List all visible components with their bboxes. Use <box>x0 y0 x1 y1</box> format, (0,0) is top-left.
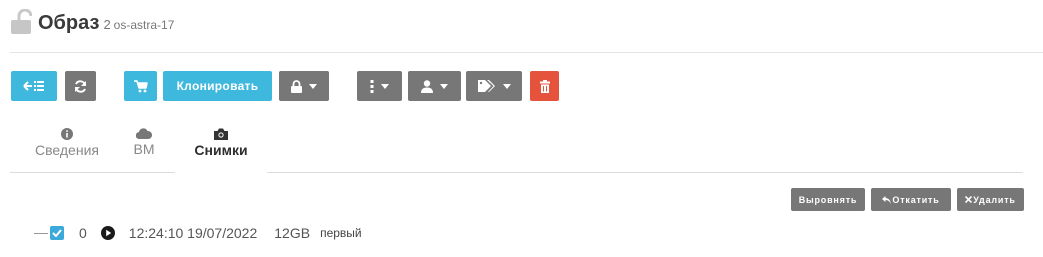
revert-label: Выровнять <box>798 194 858 205</box>
labels-dropdown-button[interactable] <box>466 71 522 101</box>
delete-button[interactable] <box>530 71 559 101</box>
tab-snapshots[interactable]: Снимки <box>180 128 262 174</box>
back-to-list-button[interactable] <box>11 71 57 101</box>
tags-icon <box>477 80 495 92</box>
tab-info[interactable]: Сведения <box>27 128 107 174</box>
chevron-down-icon <box>381 83 389 89</box>
shopping-cart-icon <box>133 79 148 92</box>
header-divider <box>10 52 1043 53</box>
page-title: Образ 2 os-astra-17 <box>38 12 174 35</box>
more-actions-button[interactable] <box>357 71 402 101</box>
image-name: os-astra-17 <box>113 18 175 32</box>
tab-snapshots-label: Снимки <box>194 142 248 158</box>
snapshot-checkbox[interactable] <box>50 226 64 240</box>
unlocked-lock-icon <box>11 9 32 34</box>
vertical-ellipsis-icon <box>370 79 374 93</box>
info-icon <box>61 128 73 140</box>
clone-label: Клонировать <box>176 79 259 93</box>
play-circle-icon[interactable] <box>100 226 115 240</box>
user-icon <box>421 79 433 93</box>
tabs-divider <box>10 172 1023 173</box>
chevron-down-icon <box>440 83 448 89</box>
trash-icon <box>539 79 550 93</box>
refresh-icon <box>75 79 86 93</box>
lock-icon <box>291 79 302 93</box>
delete-snapshot-button[interactable]: Удалить <box>957 188 1024 211</box>
title-text: Образ <box>38 12 100 34</box>
camera-icon <box>214 128 228 140</box>
tab-vms-label: ВМ <box>133 141 155 157</box>
tab-vms[interactable]: ВМ <box>122 128 166 174</box>
snapshot-row: 0 12:24:10 19/07/2022 12GB первый <box>34 222 362 244</box>
tab-info-label: Сведения <box>35 142 99 158</box>
cloud-icon <box>136 128 152 139</box>
rollback-label: Откатить <box>892 194 940 205</box>
snapshot-size: 12GB <box>274 225 311 241</box>
refresh-button[interactable] <box>65 71 96 101</box>
cart-button[interactable] <box>124 71 157 101</box>
rollback-button[interactable]: Откатить <box>871 188 951 211</box>
active-tab-indicator <box>175 172 267 173</box>
back-list-icon <box>23 81 44 91</box>
tree-connector <box>34 232 48 234</box>
snapshot-name: первый <box>320 226 362 240</box>
lock-dropdown-button[interactable] <box>279 71 329 101</box>
snapshot-timestamp: 12:24:10 19/07/2022 <box>128 225 258 241</box>
reply-icon <box>882 195 892 204</box>
image-id: 2 <box>103 17 111 32</box>
close-icon <box>965 196 973 203</box>
clone-button[interactable]: Клонировать <box>163 71 272 101</box>
revert-button[interactable]: Выровнять <box>791 188 865 211</box>
chevron-down-icon <box>309 83 317 89</box>
checkmark-icon <box>52 229 62 237</box>
owner-dropdown-button[interactable] <box>408 71 461 101</box>
chevron-down-icon <box>502 83 511 89</box>
delete-snapshot-label: Удалить <box>973 194 1016 205</box>
snapshot-index: 0 <box>79 225 87 241</box>
